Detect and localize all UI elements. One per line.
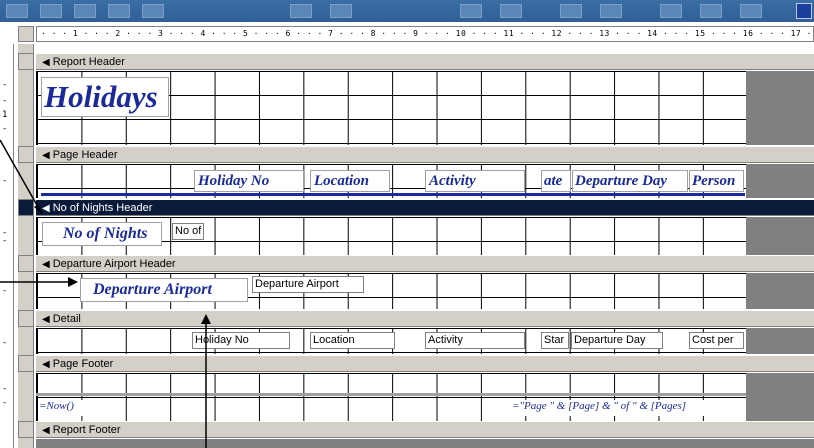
arrow-to-nights-header <box>0 139 43 215</box>
arrowhead-icon <box>68 277 78 287</box>
annotation-arrows <box>0 139 211 448</box>
arrowhead-icon <box>201 314 211 324</box>
arrowhead-icon <box>34 204 42 214</box>
